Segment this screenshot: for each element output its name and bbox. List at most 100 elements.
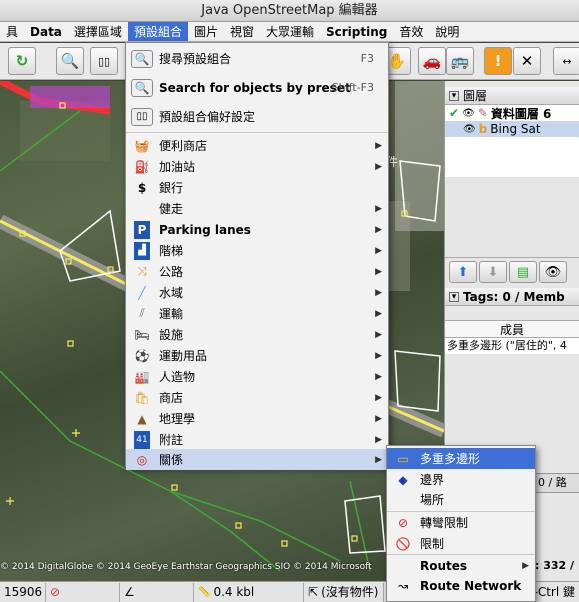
menu-audio[interactable]: 音效 (393, 22, 429, 41)
preset-item-geography[interactable]: ▲ 地理學 ▶ (126, 408, 388, 429)
bus-button[interactable]: 🚌 (446, 47, 474, 75)
submenu-arrow-icon: ▶ (375, 308, 382, 319)
count-text: : 332 / (535, 559, 575, 572)
preset-item-water[interactable]: ╱ 水域 ▶ (126, 282, 388, 303)
preset-item-annotation[interactable]: 41 附註 ▶ (126, 429, 388, 450)
menu-item-label: 預設組合偏好設定 (159, 110, 256, 124)
angle-icon: ∠ (124, 584, 135, 599)
layers-icon: ▤ (516, 264, 530, 280)
preset-preferences-item[interactable]: ▯▯ 預設組合偏好設定 (126, 106, 388, 127)
menu-item-label: 邊界 (420, 473, 445, 487)
submenu-arrow-icon: ▶ (375, 454, 382, 465)
imagery-attribution[interactable]: © 2014 DigitalGlobe © 2014 GeoEye Earths… (0, 562, 372, 572)
menu-item-label: 關係 (159, 453, 184, 467)
submenu-arrow-icon: ▶ (375, 245, 382, 256)
preset-item-transport[interactable]: ⫽ 運輸 ▶ (126, 303, 388, 324)
preset-item-fuel[interactable]: ⛽ 加油站 ▶ (126, 156, 388, 177)
layer-name: 資料圖層 6 (490, 106, 552, 121)
eye-icon[interactable]: 👁 (463, 124, 476, 135)
relation-item-turn-restriction[interactable]: ⊘ 轉彎限制 (387, 512, 535, 533)
delete-button[interactable]: ✕ (513, 47, 541, 75)
menu-windows[interactable]: 視窗 (224, 22, 260, 41)
member-row[interactable]: 多重多邊形 ("居住的", 4 (445, 338, 579, 354)
boundary-icon: ◆ (398, 472, 408, 487)
collapse-icon[interactable]: ▾ (449, 291, 459, 302)
check-icon[interactable]: ✔ (449, 106, 459, 120)
preset-item-bank[interactable]: $ 銀行 (126, 177, 388, 198)
presets-menu: 🔍 搜尋預設組合 F3 🔍 Search for objects by pres… (125, 42, 389, 470)
move-up-button[interactable]: ⬆ (449, 261, 477, 283)
preset-item-man-made[interactable]: 🏭 人造物 ▶ (126, 366, 388, 387)
preset-item-stairs[interactable]: ▟ 階梯 ▶ (126, 240, 388, 261)
no-turn-icon: ⊘ (397, 515, 409, 530)
menu-item-label: 搜尋預設組合 (159, 52, 232, 66)
preset-item-relations[interactable]: ◎ 關係 ▶ (126, 449, 388, 470)
menu-tools[interactable]: 具 (0, 22, 24, 41)
preset-item-shops[interactable]: 🛍 商店 ▶ (126, 387, 388, 408)
menu-item-label: 銀行 (159, 181, 184, 195)
routes-tab[interactable]: 0 / 路 (535, 473, 579, 493)
bed-icon: 🛏 (134, 327, 150, 342)
visibility-button[interactable]: 👁 (539, 261, 567, 283)
relation-item-restriction[interactable]: 🚫 限制 (387, 533, 535, 554)
preset-item-hiking[interactable]: 健走 ▶ (126, 198, 388, 219)
preset-item-facilities[interactable]: 🛏 設施 ▶ (126, 324, 388, 345)
collapse-icon[interactable]: ▾ (449, 90, 459, 101)
preset-item-parking-lanes[interactable]: P Parking lanes ▶ (126, 219, 388, 240)
activate-button[interactable]: ▤ (509, 261, 537, 283)
warning-button[interactable]: ! (484, 47, 512, 75)
relation-item-site[interactable]: 場所 (387, 489, 535, 510)
menu-item-label: Parking lanes (159, 222, 251, 237)
relation-icon: ◎ (136, 452, 148, 467)
toolbar-more-button[interactable]: ↔ (553, 47, 579, 75)
relation-item-routes[interactable]: Routes ▶ (387, 555, 535, 576)
close-icon: ✕ (520, 52, 534, 70)
relation-item-route-network[interactable]: ↝ Route Network (387, 575, 535, 596)
redo-button[interactable]: ↻ (8, 47, 36, 75)
preset-item-sports[interactable]: ⚽ 運動用品 ▶ (126, 345, 388, 366)
relations-submenu: ▭ 多重多邊形 ◆ 邊界 場所 ⊘ 轉彎限制 🚫 限制 Routes ▶ ↝ Route N… (386, 445, 536, 602)
search-objects-icon: 🔍 (131, 78, 153, 97)
preset-item-convenience[interactable]: 🧺 便利商店 ▶ (126, 135, 388, 156)
relation-item-multipolygon[interactable]: ▭ 多重多邊形 (387, 448, 535, 469)
submenu-arrow-icon: ▶ (375, 392, 382, 403)
select-button[interactable]: ▯▯ (90, 47, 118, 75)
menu-scripting[interactable]: Scripting (320, 22, 393, 41)
column-header-label: 成員 (499, 323, 524, 337)
tags-panel-header[interactable]: ▾ Tags: 0 / Memb (445, 288, 579, 306)
car-icon: 🚗 (422, 52, 442, 70)
select-icon: ▯▯ (97, 54, 111, 68)
search-objects-item[interactable]: 🔍 Search for objects by preset Shift-F3 (126, 77, 388, 98)
menu-data[interactable]: Data (24, 22, 68, 41)
members-column-header[interactable]: 成員 (445, 320, 579, 338)
relation-item-boundary[interactable]: ◆ 邊界 (387, 469, 535, 490)
menu-public-transport[interactable]: 大眾運輸 (260, 22, 320, 41)
preferences-icon: ▯▯ (131, 107, 153, 126)
menu-help[interactable]: 說明 (429, 22, 465, 41)
move-down-button[interactable]: ⬇ (479, 261, 507, 283)
menu-item-label: 多重多邊形 (420, 452, 481, 466)
fuel-icon: ⛽ (134, 159, 150, 174)
layers-panel-header[interactable]: ▾ 圖層 (445, 87, 579, 105)
route-icon: ↝ (397, 578, 409, 593)
menu-presets[interactable]: 預設組合 (127, 22, 188, 41)
menu-imagery[interactable]: 圖片 (188, 22, 224, 41)
bing-icon: b (478, 122, 488, 136)
eye-icon[interactable]: 👁 (462, 108, 475, 119)
car-button[interactable]: 🚗 (418, 47, 446, 75)
search-preset-item[interactable]: 🔍 搜尋預設組合 F3 (126, 48, 388, 69)
menu-item-label: 商店 (159, 391, 184, 405)
submenu-arrow-icon: ▶ (375, 266, 382, 277)
submenu-arrow-icon: ▶ (522, 560, 529, 571)
menu-item-label: 便利商店 (159, 139, 208, 153)
preset-item-highway[interactable]: ⤨ 公路 ▶ (126, 261, 388, 282)
layer-item-data[interactable]: ✔ 👁 ✎ 資料圖層 6 (445, 105, 579, 121)
menu-selection[interactable]: 選擇區域 (68, 22, 128, 41)
factory-icon: 🏭 (134, 369, 150, 384)
zoom-button[interactable]: 🔍 (56, 47, 84, 75)
menu-item-label: 地理學 (159, 412, 196, 426)
magnifier-icon: 🔍 (60, 52, 80, 70)
compass-icon: ⊘ (50, 584, 61, 599)
menu-item-label: 運動用品 (159, 349, 208, 363)
layer-item-imagery[interactable]: 👁 b Bing Sat (445, 121, 579, 137)
